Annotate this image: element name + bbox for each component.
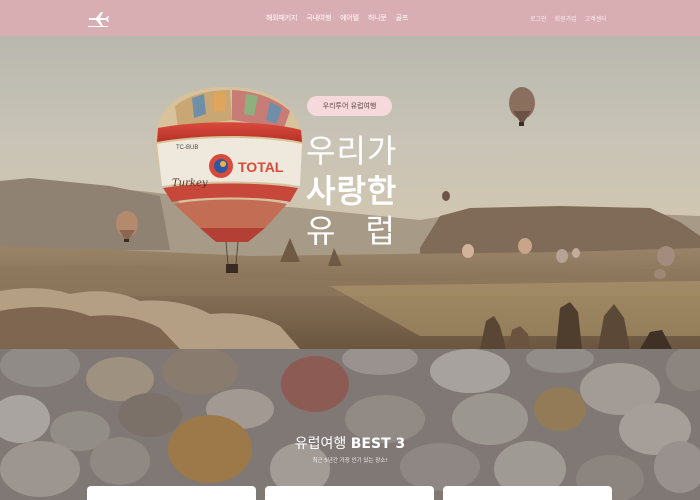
main-nav: 해외패키지 국내여행 에어텔 허니문 골프 bbox=[266, 0, 408, 36]
best-title-bold: BEST 3 bbox=[350, 436, 406, 452]
balloon-brand-text: TOTAL bbox=[238, 159, 284, 175]
pebbles-background-image bbox=[0, 349, 700, 500]
customer-center-link[interactable]: 고객센터 bbox=[585, 14, 607, 23]
nav-item-golf[interactable]: 골프 bbox=[396, 13, 409, 23]
signup-link[interactable]: 회원가입 bbox=[555, 14, 577, 23]
best-card-1[interactable] bbox=[87, 486, 256, 500]
nav-item-honeymoon[interactable]: 허니문 bbox=[368, 13, 387, 23]
nav-item-domestic[interactable]: 국내여행 bbox=[306, 13, 331, 23]
best-title-main: 유럽여행 bbox=[294, 436, 351, 452]
balloon-registration: TC-BUB bbox=[176, 145, 198, 151]
hero-heading-line-2: 사랑한 bbox=[306, 172, 398, 210]
airplane-icon[interactable] bbox=[86, 9, 110, 29]
hero-heading-line-3: 유럽 bbox=[306, 212, 425, 250]
nav-item-airtel[interactable]: 에어텔 bbox=[340, 13, 359, 23]
hero-banner: TOTAL TC-BUB Turkey 우리투어 유럽여행 우리가 사랑한 유럽 bbox=[0, 36, 700, 349]
best-section: 유럽여행 BEST 3 최근 5년간 가장 인기 있는 장소! bbox=[0, 349, 700, 500]
top-header: 해외패키지 국내여행 에어텔 허니문 골프 로그인 회원가입 고객센터 bbox=[0, 0, 700, 36]
best-card-2[interactable] bbox=[265, 486, 434, 500]
best-section-subtitle: 최근 5년간 가장 인기 있는 장소! bbox=[312, 458, 388, 464]
best-section-title: 유럽여행 BEST 3 bbox=[0, 433, 700, 453]
login-link[interactable]: 로그인 bbox=[530, 14, 547, 23]
hero-heading-line-1: 우리가 bbox=[306, 132, 398, 170]
utility-links: 로그인 회원가입 고객센터 bbox=[530, 0, 607, 36]
hero-badge: 우리투어 유럽여행 bbox=[307, 96, 392, 116]
nav-item-overseas-package[interactable]: 해외패키지 bbox=[266, 13, 297, 23]
balloon-script-text: Turkey bbox=[172, 178, 208, 189]
best-card-3[interactable] bbox=[443, 486, 612, 500]
